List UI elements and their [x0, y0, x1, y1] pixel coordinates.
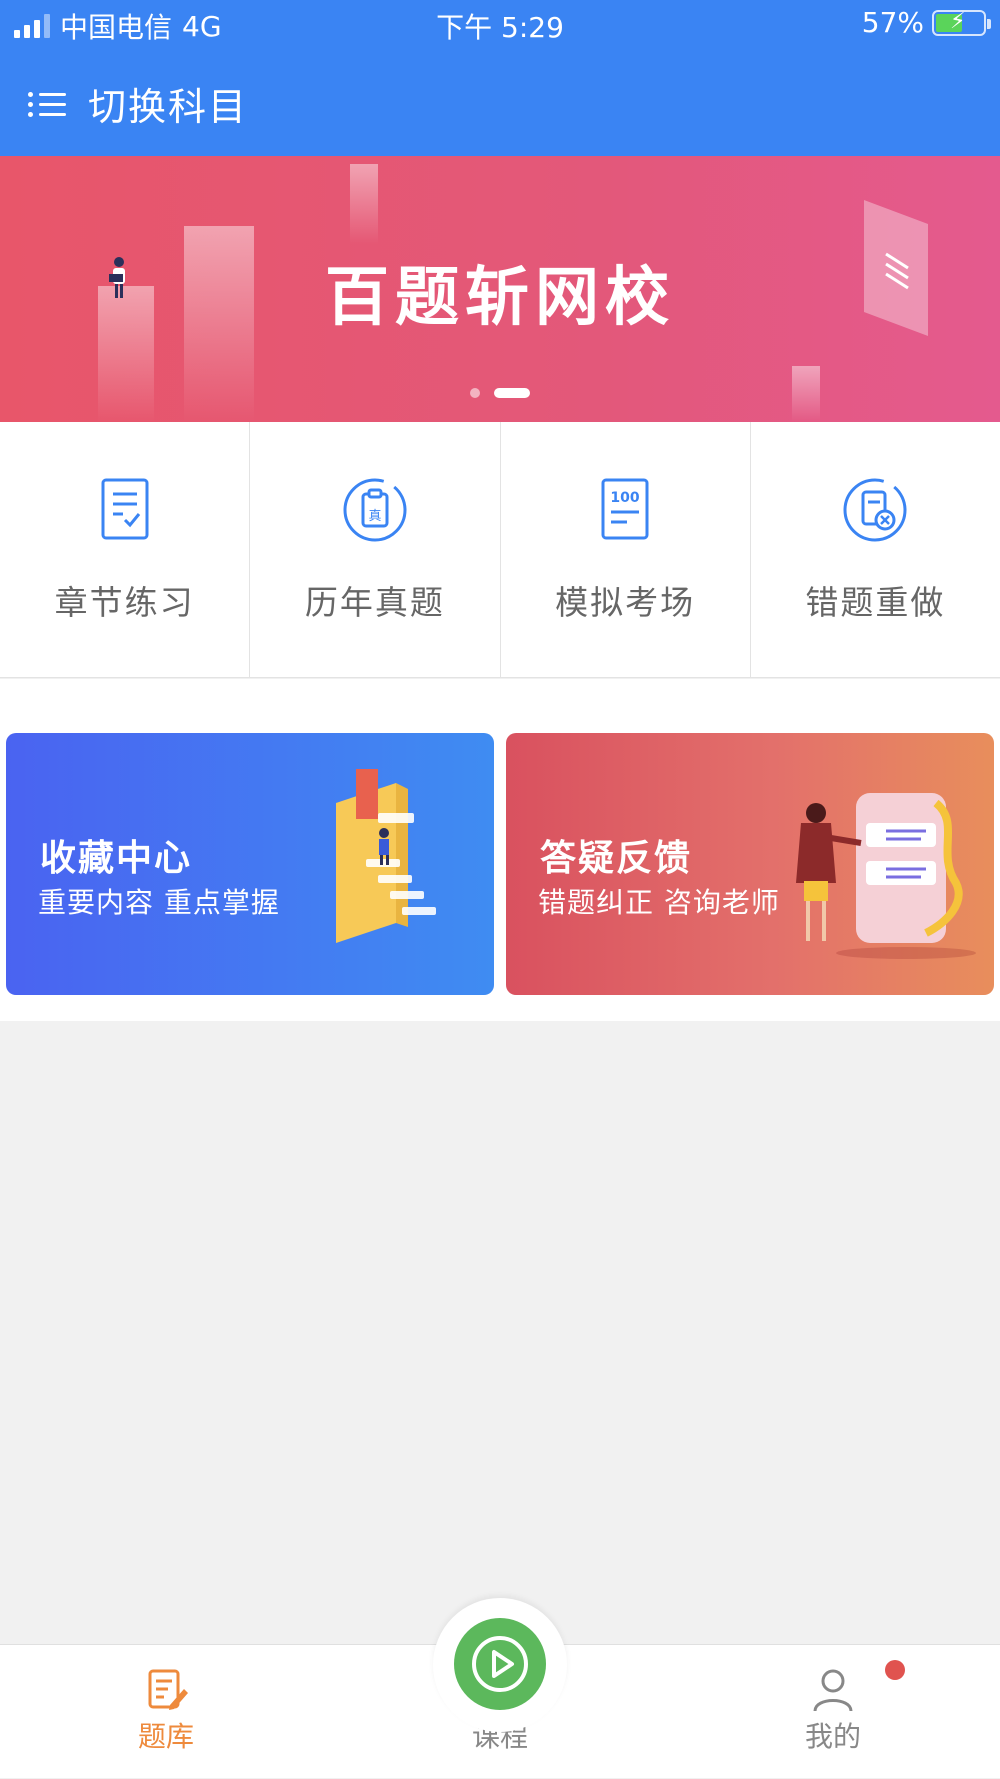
- chapter-practice-icon: [101, 478, 149, 540]
- teacher-illustration-icon: [796, 793, 976, 959]
- feature-label: 模拟考场: [555, 583, 696, 622]
- switch-subject-button[interactable]: 切换科目: [28, 76, 248, 131]
- user-icon: [813, 1669, 853, 1712]
- banner-title: 百题斩网校: [325, 261, 675, 335]
- list-icon: [28, 89, 68, 119]
- nav-bar: 切换科目: [0, 50, 1000, 156]
- feature-label: 历年真题: [304, 583, 445, 622]
- past-papers-glyph: 真: [368, 509, 381, 524]
- charging-icon: ⚡: [950, 8, 966, 34]
- clock: 下午 5:29: [436, 11, 564, 44]
- qa-feedback-card[interactable]: 答疑反馈 错题纠正 咨询老师: [506, 733, 994, 995]
- stairs-illustration-icon: [336, 769, 436, 943]
- carousel-dot-2[interactable]: [494, 388, 530, 398]
- status-bar: 中国电信 4G 下午 5:29 57% ⚡: [0, 0, 1000, 50]
- card-title: 收藏中心: [40, 838, 193, 879]
- banner-carousel[interactable]: 百题斩网校: [0, 156, 1000, 422]
- notification-badge: [885, 1660, 905, 1680]
- card-subtitle: 重要内容 重点掌握: [38, 886, 280, 919]
- mock-exam-score: 100: [611, 490, 640, 506]
- play-button[interactable]: [454, 1618, 546, 1710]
- feature-past-papers[interactable]: 真 历年真题: [250, 422, 501, 677]
- tab-question-bank[interactable]: 题库: [66, 1645, 266, 1779]
- feature-mock-exam[interactable]: 100 模拟考场: [501, 422, 751, 677]
- feature-grid: 章节练习 真 历年真题 100 模拟考场 错题重做: [0, 422, 1000, 678]
- carousel-dot-1[interactable]: [470, 388, 480, 398]
- redo-mistakes-icon: [843, 478, 907, 542]
- play-icon: [472, 1636, 528, 1692]
- feature-chapter-practice[interactable]: 章节练习: [0, 422, 251, 677]
- question-bank-icon: [148, 1669, 188, 1710]
- cards-area: 收藏中心 重要内容 重点掌握 答疑反馈 错题纠正 咨询老师: [0, 679, 1000, 1021]
- switch-subject-label: 切换科目: [88, 85, 249, 129]
- feature-label: 章节练习: [54, 583, 195, 622]
- mock-exam-icon: 100: [601, 478, 649, 540]
- card-subtitle: 错题纠正 咨询老师: [538, 886, 780, 919]
- tab-label: 我的: [804, 1720, 861, 1753]
- feature-redo-mistakes[interactable]: 错题重做: [751, 422, 1000, 677]
- carousel-indicator: [0, 388, 1000, 398]
- status-right: 57% ⚡: [861, 6, 991, 39]
- feature-label: 错题重做: [805, 583, 946, 622]
- favorites-card[interactable]: 收藏中心 重要内容 重点掌握: [6, 733, 494, 995]
- card-title: 答疑反馈: [540, 838, 693, 879]
- past-papers-icon: 真: [343, 478, 407, 542]
- battery-percent: 57%: [861, 6, 924, 39]
- tab-label: 题库: [137, 1720, 194, 1753]
- battery-icon: ⚡: [932, 8, 991, 36]
